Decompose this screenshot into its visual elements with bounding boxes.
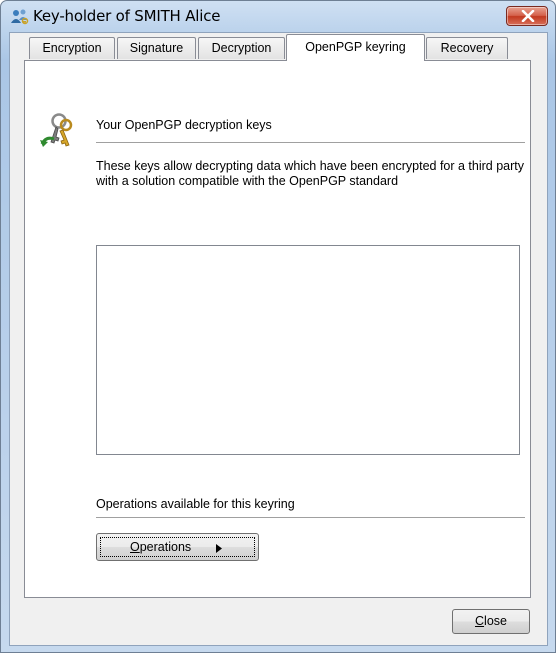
operations-divider [96,517,525,518]
window-close-button[interactable] [506,6,548,26]
tab-signature[interactable]: Signature [117,37,196,59]
arrow-right-icon [216,544,222,553]
close-icon [521,10,535,22]
operations-button-label: Operations [130,540,192,554]
tab-label: OpenPGP keyring [305,40,406,54]
panel-heading: Your OpenPGP decryption keys [96,118,272,132]
window-title: Key-holder of SMITH Alice [33,7,221,25]
panel-description: These keys allow decrypting data which h… [96,159,525,188]
tab-label: Decryption [211,41,272,55]
operations-label: Operations available for this keyring [96,497,295,511]
close-button-label: Close [475,614,507,628]
tab-recovery[interactable]: Recovery [426,37,508,59]
decryption-keys-list[interactable] [96,245,520,455]
keys-icon [40,113,73,147]
tab-encryption[interactable]: Encryption [29,37,115,59]
tab-label: Signature [129,41,184,55]
heading-divider [96,142,525,143]
users-keys-icon [11,9,29,25]
tab-openpgp-keyring[interactable]: OpenPGP keyring [286,34,425,61]
tab-label: Encryption [42,41,102,55]
operations-button[interactable]: Operations [96,533,259,561]
close-button[interactable]: Close [452,609,530,634]
tab-label: Recovery [440,41,494,55]
tab-decryption[interactable]: Decryption [198,37,285,59]
title-bar[interactable]: Key-holder of SMITH Alice [1,1,555,31]
